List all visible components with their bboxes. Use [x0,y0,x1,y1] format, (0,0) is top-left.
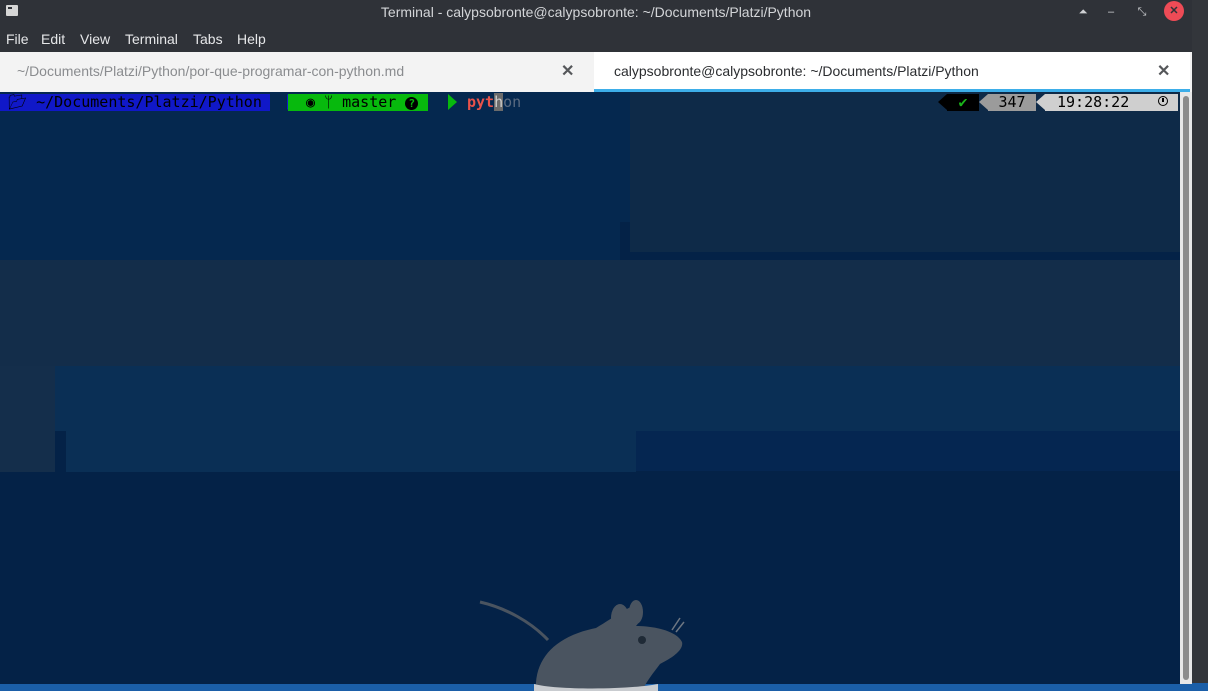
minimize-button[interactable]: – [1100,2,1122,22]
prompt-path-segment: 📂︎ ~/Documents/Platzi/Python [0,94,270,111]
terminal-area[interactable] [0,92,1180,684]
tab-markdown-file[interactable]: ~/Documents/Platzi/Python/por-que-progra… [0,52,594,92]
desktop-edge [1192,0,1208,691]
segment-separator [1036,94,1045,110]
segment-separator [979,94,988,110]
scrollbar-thumb[interactable] [1183,96,1189,680]
maximize-button[interactable]: ⤡ [1131,2,1153,22]
git-branch-name: master [342,93,397,111]
tab-close-icon[interactable]: ✕ [561,61,574,81]
typed-command: pyt [467,93,495,111]
menu-view[interactable]: View [80,31,110,47]
menu-file[interactable]: File [6,31,29,47]
clock-icon [1158,96,1168,106]
tab-close-icon[interactable]: ✕ [1157,61,1170,81]
vertical-scrollbar[interactable] [1180,92,1192,684]
prompt-time: 19:28:22 [1057,93,1130,111]
git-branch-icon: ᛘ [324,93,334,111]
tab-label: calypsobronte@calypsobronte: ~/Documents… [614,63,979,79]
tab-label: ~/Documents/Platzi/Python/por-que-progra… [17,63,405,79]
autosuggestion: on [503,93,522,111]
background-shade [630,92,1180,252]
title-bar[interactable]: Terminal - calypsobronte@calypsobronte: … [0,0,1192,24]
prompt-path: ~/Documents/Platzi/Python [36,93,262,111]
xfce-mouse-logo-icon [479,600,685,691]
tab-bar: ~/Documents/Platzi/Python/por-que-progra… [0,52,1192,92]
menu-edit[interactable]: Edit [41,31,65,47]
background-shade [636,431,1180,471]
text-cursor: h [494,93,504,111]
background-shade [0,92,630,222]
menu-terminal[interactable]: Terminal [125,31,178,47]
prompt-time-segment: 19:28:22 [1045,94,1178,111]
menu-bar: File Edit View Terminal Tabs Help [0,26,1192,52]
question-icon: ? [405,97,419,110]
prompt-git-segment: ◉ ᛘ master ? [288,93,429,111]
background-shade [66,408,636,472]
history-count: 347 [988,94,1036,111]
segment-separator [448,94,457,110]
menu-tabs[interactable]: Tabs [193,31,223,47]
tab-shell-active[interactable]: calypsobronte@calypsobronte: ~/Documents… [594,52,1190,92]
background-shade [0,366,55,472]
close-window-button[interactable]: ✕ [1164,1,1184,21]
github-icon: ◉ [306,93,316,111]
segment-separator [938,94,947,110]
keep-above-button[interactable]: ⏶ [1072,2,1094,22]
background-shade [0,260,1180,366]
window-title: Terminal - calypsobronte@calypsobronte: … [380,4,812,20]
command-line[interactable]: python [467,93,522,111]
exit-status-ok-icon: ✔ [947,94,979,111]
menu-help[interactable]: Help [237,31,266,47]
folder-open-icon: 📂︎ [8,93,28,111]
background-shade [0,222,620,260]
